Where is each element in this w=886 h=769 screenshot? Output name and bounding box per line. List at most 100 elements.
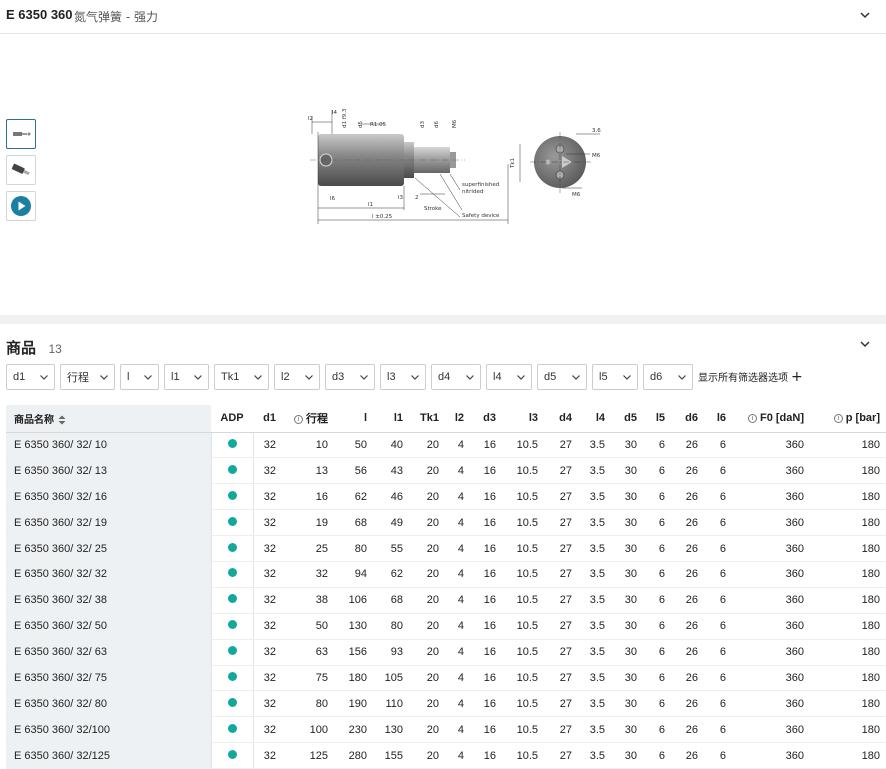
cell-tk1: 20: [409, 561, 445, 588]
table-row[interactable]: E 6350 360/ 32/125 32 125 280 155 20 4 16 10.5 27…: [6, 742, 886, 769]
cell-l4: 3.5: [578, 457, 611, 485]
cell-d1: 32: [253, 716, 282, 744]
product-name-cell[interactable]: E 6350 360/ 32/ 80: [6, 690, 212, 718]
filter-d3[interactable]: d3: [325, 363, 375, 390]
product-name-cell[interactable]: E 6350 360/ 32/125: [6, 742, 212, 769]
cell-d3: 16: [470, 483, 502, 511]
cell-d4: 27: [544, 742, 578, 769]
table-row[interactable]: E 6350 360/ 32/ 32 32 32 94 62 20 4 16 10.5 27 3.5…: [6, 561, 886, 588]
cell-l2: 4: [445, 639, 470, 666]
cell-f0: 360: [732, 639, 810, 666]
filter-l1[interactable]: l1: [164, 363, 209, 390]
thumb-photo[interactable]: [6, 155, 36, 185]
product-name-cell[interactable]: E 6350 360/ 32/100: [6, 716, 212, 744]
cell-l: 156: [334, 639, 373, 666]
chevron-down-icon[interactable]: [858, 8, 872, 22]
cell-d3: 16: [470, 665, 502, 692]
filter-stroke[interactable]: 行程: [60, 363, 115, 390]
cell-d1: 32: [253, 690, 282, 718]
cell-l5: 6: [643, 483, 671, 511]
cell-d1: 32: [253, 665, 282, 692]
chevron-down-icon: [678, 374, 686, 380]
cell-stroke: 13: [282, 457, 334, 485]
table-row[interactable]: E 6350 360/ 32/ 50 32 50 130 80 20 4 16 10.5 27 3.…: [6, 613, 886, 640]
cell-d3: 16: [470, 457, 502, 485]
cell-p: 180: [810, 535, 886, 562]
adp-status-dot-icon: [227, 542, 237, 552]
cell-d1: 32: [253, 432, 282, 459]
table-row[interactable]: E 6350 360/ 32/ 25 32 25 80 55 20 4 16 10.5 27 3.5…: [6, 535, 886, 562]
product-name-cell[interactable]: E 6350 360/ 32/ 16: [6, 483, 212, 511]
filter-l4[interactable]: l4: [486, 363, 532, 390]
cell-l: 190: [334, 690, 373, 718]
table-row[interactable]: E 6350 360/ 32/ 80 32 80 190 110 20 4 16 10.5 27 3…: [6, 690, 886, 718]
info-icon[interactable]: i: [294, 414, 303, 424]
cell-d6: 26: [671, 587, 704, 614]
cell-l2: 4: [445, 432, 470, 459]
filter-d6[interactable]: d6: [643, 363, 693, 390]
product-name-cell[interactable]: E 6350 360/ 32/ 25: [6, 535, 212, 562]
table-row[interactable]: E 6350 360/ 32/ 13 32 13 56 43 20 4 16 10.5 27 3.5…: [6, 457, 886, 485]
info-icon[interactable]: i: [748, 413, 757, 423]
filter-l3[interactable]: l3: [380, 363, 426, 390]
adp-status-dot-icon: [227, 490, 237, 500]
cell-l: 230: [334, 716, 373, 744]
table-row[interactable]: E 6350 360/ 32/100 32 100 230 130 20 4 16 10.5 27…: [6, 716, 886, 744]
cell-p: 180: [810, 561, 886, 588]
product-name-cell[interactable]: E 6350 360/ 32/ 13: [6, 457, 212, 485]
product-name-cell[interactable]: E 6350 360/ 32/ 19: [6, 509, 212, 537]
show-all-filters-button[interactable]: 显示所有筛选器选项 +: [698, 369, 803, 385]
chevron-down-icon: [572, 374, 580, 380]
adp-status-dot-icon: [227, 749, 237, 759]
cell-p: 180: [810, 509, 886, 537]
filter-d1[interactable]: d1: [6, 363, 55, 390]
filter-d4[interactable]: d4: [431, 363, 481, 390]
chevron-down-icon: [517, 374, 525, 380]
cell-l6: 6: [704, 690, 732, 718]
cell-d3: 16: [470, 509, 502, 537]
cell-l3: 10.5: [502, 716, 544, 744]
adp-cell: [211, 587, 254, 614]
cell-l1: 155: [373, 742, 409, 769]
cell-l: 80: [334, 535, 373, 562]
adp-status-dot-icon: [227, 620, 237, 630]
table-header-row: 商品名称 ADP d1 i 行程 l l1 Tk1 l2 d3 l3 d4 l4 …: [6, 405, 886, 433]
product-name-cell[interactable]: E 6350 360/ 32/ 32: [6, 561, 212, 588]
product-name-cell[interactable]: E 6350 360/ 32/ 75: [6, 665, 212, 692]
info-icon[interactable]: i: [833, 413, 843, 423]
table-row[interactable]: E 6350 360/ 32/ 63 32 63 156 93 20 4 16 10.5 27 3.…: [6, 639, 886, 666]
filter-l[interactable]: l: [120, 363, 159, 390]
thumb-drawing[interactable]: [6, 119, 36, 149]
table-row[interactable]: E 6350 360/ 32/ 38 32 38 106 68 20 4 16 10.5 27 3.…: [6, 587, 886, 614]
cell-l4: 3.5: [578, 716, 611, 744]
filter-l5[interactable]: l5: [592, 363, 638, 390]
cell-d1: 32: [253, 535, 282, 562]
table-row[interactable]: E 6350 360/ 32/ 10 32 10 50 40 20 4 16 10.5 27 3.5…: [6, 432, 886, 459]
cell-l3: 10.5: [502, 509, 544, 537]
col-header-name[interactable]: 商品名称: [6, 405, 211, 433]
table-row[interactable]: E 6350 360/ 32/ 16 32 16 62 46 20 4 16 10.5 27 3.5…: [6, 483, 886, 511]
cell-stroke: 125: [282, 742, 334, 769]
col-header-l6: l6: [704, 405, 732, 433]
filter-l2[interactable]: l2: [274, 363, 320, 390]
product-name-cell[interactable]: E 6350 360/ 32/ 38: [6, 587, 212, 614]
product-name-cell[interactable]: E 6350 360/ 32/ 63: [6, 639, 212, 666]
chevron-down-icon[interactable]: [858, 337, 872, 351]
thumb-video[interactable]: [6, 191, 36, 221]
product-name-cell[interactable]: E 6350 360/ 32/ 10: [6, 432, 212, 459]
cell-l3: 10.5: [502, 742, 544, 769]
col-header-l2: l2: [445, 405, 470, 433]
table-row[interactable]: E 6350 360/ 32/ 75 32 75 180 105 20 4 16 10.5 27 3…: [6, 665, 886, 692]
chevron-down-icon: [305, 374, 313, 380]
cell-tk1: 20: [409, 535, 445, 562]
adp-cell: [211, 665, 254, 692]
filter-tk1[interactable]: Tk1: [214, 363, 269, 390]
cell-d5: 30: [611, 432, 643, 459]
table-row[interactable]: E 6350 360/ 32/ 19 32 19 68 49 20 4 16 10.5 27 3.5…: [6, 509, 886, 537]
cell-d4: 27: [544, 587, 578, 614]
cell-l3: 10.5: [502, 432, 544, 459]
filter-d5[interactable]: d5: [537, 363, 587, 390]
cell-l6: 6: [704, 509, 732, 537]
dim-m6-bottom: M6: [572, 192, 581, 198]
product-name-cell[interactable]: E 6350 360/ 32/ 50: [6, 613, 212, 640]
